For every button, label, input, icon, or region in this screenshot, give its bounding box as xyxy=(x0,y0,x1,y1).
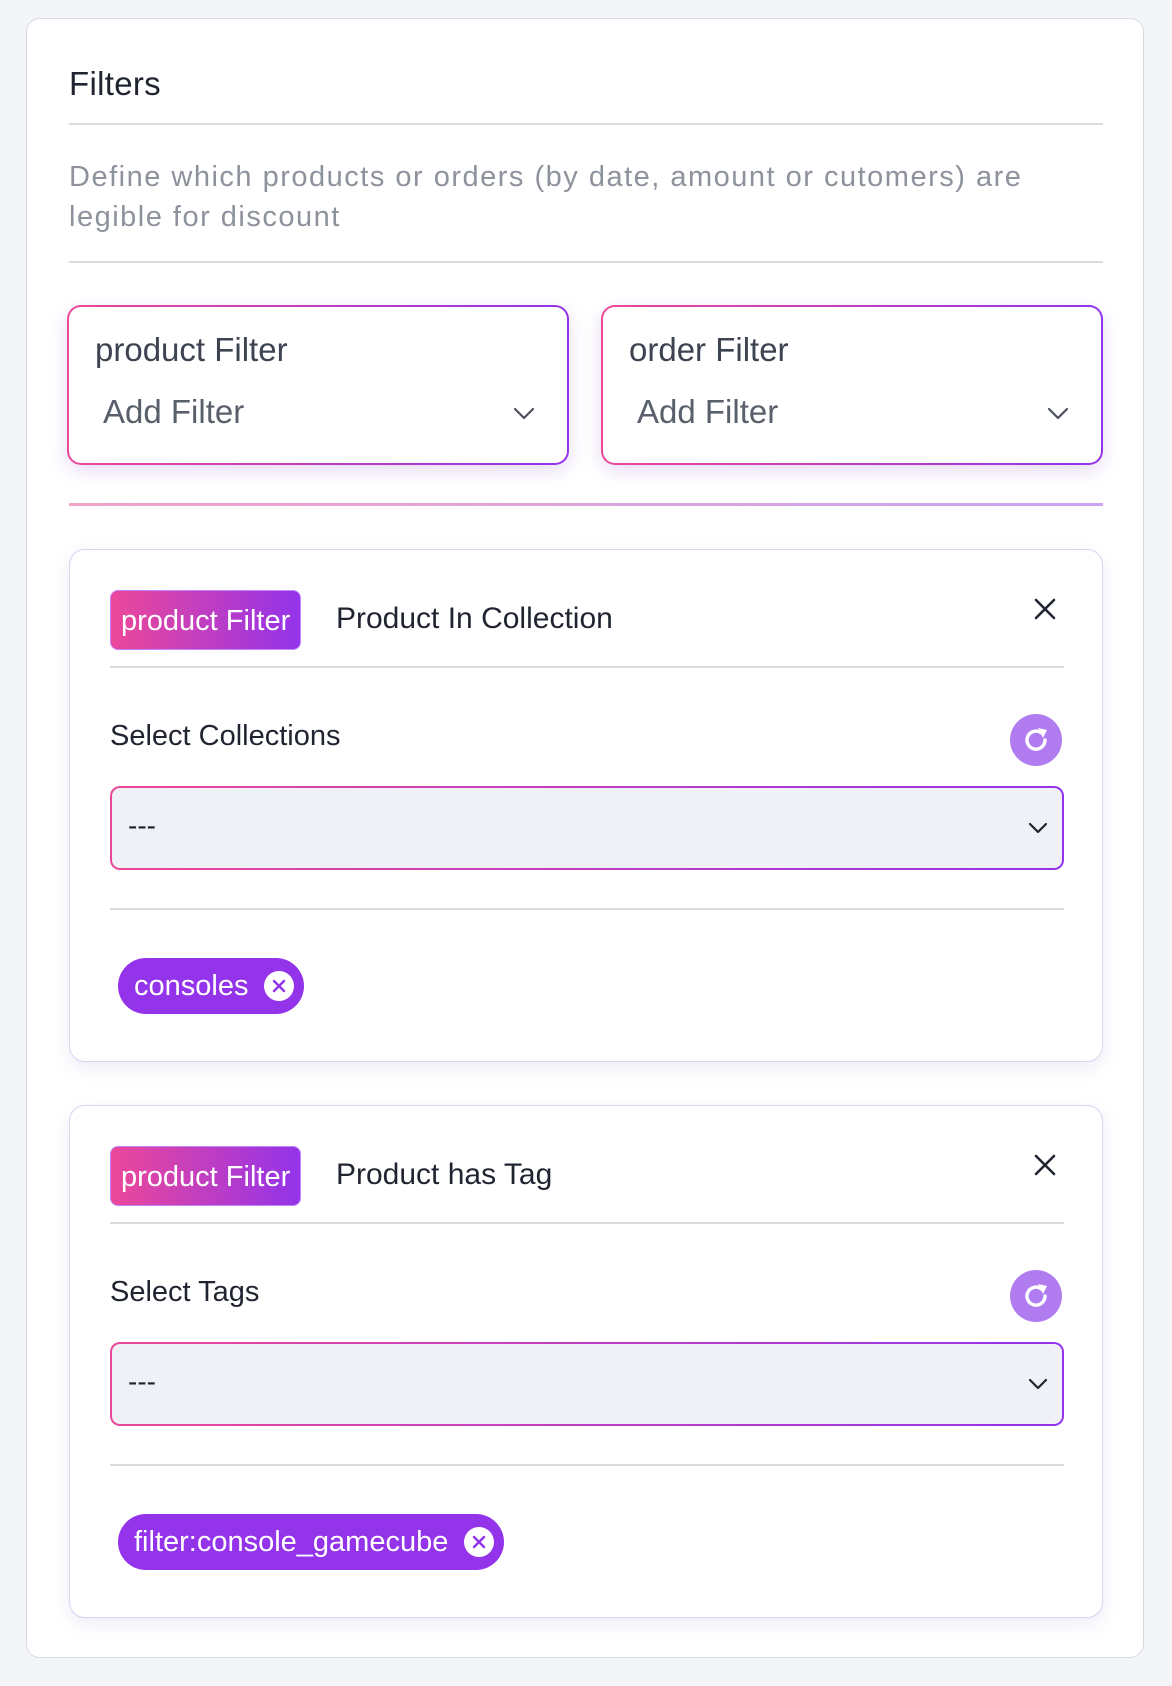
select-tags-value: --- xyxy=(128,1366,156,1397)
x-circle-icon xyxy=(273,979,286,993)
card-title: Filters xyxy=(69,65,161,102)
filter-block-collection: product Filter Product In Collection Sel… xyxy=(69,549,1103,1062)
filter-type-badge: product Filter xyxy=(110,1146,302,1206)
select-collections-label: Select Collections xyxy=(110,720,341,752)
description-divider xyxy=(69,261,1103,263)
order-filter-value[interactable]: Add Filter xyxy=(637,393,778,431)
filters-description: Define which products or orders (by date… xyxy=(69,161,1023,233)
title-divider xyxy=(69,123,1103,125)
filter-block-tag: product Filter Product has Tag Select Ta… xyxy=(69,1105,1103,1618)
close-icon[interactable] xyxy=(1030,1150,1060,1180)
filters-card: Filters Define which products or orders … xyxy=(26,18,1144,1658)
block-header-divider xyxy=(110,1222,1064,1224)
select-tags-label: Select Tags xyxy=(110,1276,260,1308)
chip-label: filter:console_gamecube xyxy=(134,1526,449,1558)
select-divider xyxy=(110,1464,1064,1466)
close-icon[interactable] xyxy=(1030,594,1060,624)
chevron-down-icon xyxy=(1028,1378,1048,1390)
select-collections-dropdown[interactable]: --- xyxy=(110,786,1064,870)
collection-chip: consoles xyxy=(118,958,305,1014)
product-filter-value[interactable]: Add Filter xyxy=(103,393,244,431)
product-filter-picker[interactable]: product Filter Add Filter xyxy=(67,305,569,465)
x-circle-icon xyxy=(473,1535,486,1549)
select-divider xyxy=(110,908,1064,910)
refresh-collections-button[interactable] xyxy=(1010,714,1062,766)
chip-remove-button[interactable] xyxy=(264,971,295,1001)
chip-remove-button[interactable] xyxy=(464,1527,495,1557)
product-filter-label: product Filter xyxy=(95,331,288,368)
chevron-down-icon[interactable] xyxy=(1047,407,1069,421)
select-tags-dropdown[interactable]: --- xyxy=(110,1342,1064,1426)
order-filter-picker[interactable]: order Filter Add Filter xyxy=(601,305,1103,465)
select-collections-value: --- xyxy=(128,810,156,841)
chevron-down-icon xyxy=(1028,822,1048,834)
order-filter-label: order Filter xyxy=(629,331,789,368)
filter-block-title: Product In Collection xyxy=(336,602,613,635)
pickers-divider xyxy=(69,503,1103,506)
block-header-divider xyxy=(110,666,1064,668)
filter-block-title: Product has Tag xyxy=(336,1158,553,1191)
chevron-down-icon[interactable] xyxy=(513,407,535,421)
refresh-icon xyxy=(1025,728,1047,751)
tag-chip: filter:console_gamecube xyxy=(118,1514,505,1570)
filter-type-badge: product Filter xyxy=(110,590,302,650)
refresh-icon xyxy=(1025,1284,1047,1307)
chip-label: consoles xyxy=(134,970,249,1002)
refresh-tags-button[interactable] xyxy=(1010,1270,1062,1322)
